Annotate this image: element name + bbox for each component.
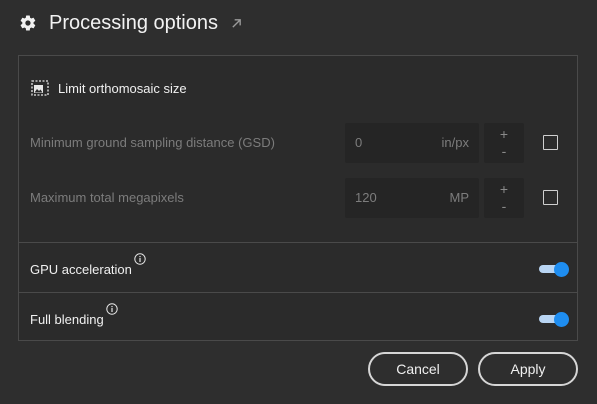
blending-row: Full blending [19, 293, 577, 343]
limit-section-header: Limit orthomosaic size [31, 80, 187, 96]
gear-icon [18, 13, 38, 33]
gsd-row: Minimum ground sampling distance (GSD) 0… [19, 123, 577, 163]
gsd-value: 0 [355, 135, 363, 150]
blending-toggle-knob [554, 312, 569, 327]
megapixels-value: 120 [355, 190, 377, 205]
megapixels-checkbox[interactable] [543, 190, 558, 205]
megapixels-label: Maximum total megapixels [30, 190, 184, 205]
gsd-input[interactable]: 0 in/px [345, 123, 479, 163]
gsd-checkbox[interactable] [543, 135, 558, 150]
cancel-button[interactable]: Cancel [368, 352, 468, 386]
blending-label: Full blending [30, 312, 104, 327]
options-panel: Limit orthomosaic size Minimum ground sa… [18, 55, 578, 341]
megapixels-decrement-button[interactable]: - [502, 198, 507, 215]
megapixels-increment-button[interactable]: + [500, 181, 508, 198]
megapixels-stepper[interactable]: + - [484, 178, 524, 218]
gpu-toggle-knob [554, 262, 569, 277]
gsd-increment-button[interactable]: + [500, 126, 508, 143]
megapixels-input[interactable]: 120 MP [345, 178, 479, 218]
gpu-toggle[interactable] [539, 262, 569, 277]
image-frame-icon [31, 80, 49, 96]
gsd-decrement-button[interactable]: - [502, 143, 507, 160]
gpu-label: GPU acceleration [30, 262, 132, 277]
gpu-label-group: GPU acceleration [30, 253, 146, 277]
gsd-label: Minimum ground sampling distance (GSD) [30, 135, 275, 150]
megapixels-row: Maximum total megapixels 120 MP + - [19, 178, 577, 218]
arrow-up-right-icon[interactable] [230, 16, 244, 30]
info-icon[interactable] [106, 303, 118, 315]
gpu-row: GPU acceleration [19, 243, 577, 293]
blending-label-group: Full blending [30, 303, 118, 327]
info-icon[interactable] [134, 253, 146, 265]
blending-toggle[interactable] [539, 312, 569, 327]
dialog-title: Processing options [49, 11, 218, 34]
gsd-unit: in/px [441, 135, 469, 150]
limit-section-title: Limit orthomosaic size [58, 80, 187, 96]
dialog-header: Processing options [18, 8, 244, 38]
apply-button[interactable]: Apply [478, 352, 578, 386]
gsd-stepper[interactable]: + - [484, 123, 524, 163]
megapixels-unit: MP [449, 190, 470, 205]
